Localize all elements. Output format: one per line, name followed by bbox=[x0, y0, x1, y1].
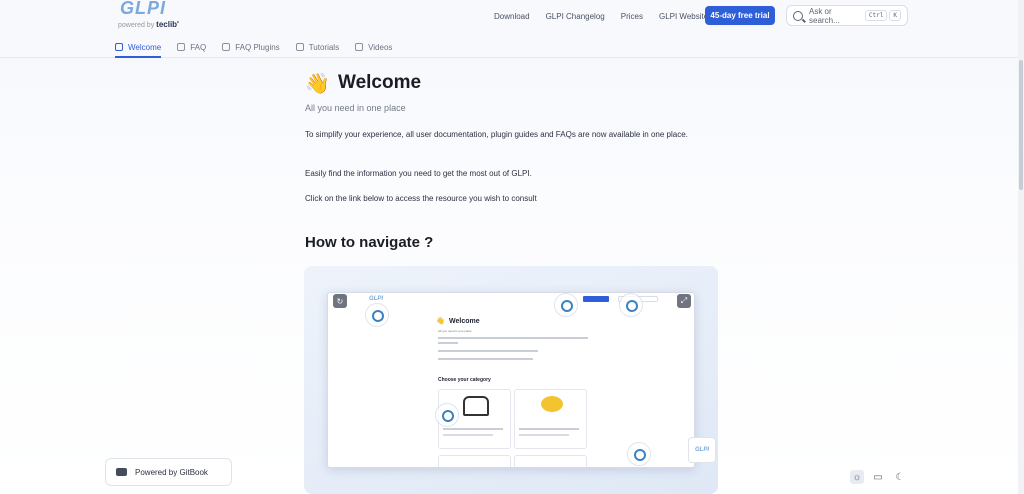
card-caption bbox=[519, 434, 569, 436]
card-caption bbox=[443, 434, 493, 436]
mini-title: Welcome bbox=[449, 318, 480, 325]
video-icon bbox=[355, 43, 364, 51]
section-heading: How to navigate ? bbox=[305, 234, 434, 251]
eye-icon bbox=[222, 43, 231, 51]
mini-logo: GLPI bbox=[369, 296, 384, 302]
wave-emoji: 👋 bbox=[305, 73, 330, 95]
logo-powered: powered by teclib' bbox=[118, 20, 179, 29]
tab-faq-plugins[interactable]: FAQ Plugins bbox=[222, 38, 280, 56]
glpi-logo[interactable]: GLPI powered by teclib' bbox=[116, 0, 179, 29]
tab-faq[interactable]: FAQ bbox=[177, 38, 206, 56]
free-trial-button[interactable]: 45-day free trial bbox=[705, 6, 775, 25]
mini-wave-emoji: 👋 bbox=[436, 318, 445, 325]
tab-welcome[interactable]: Welcome bbox=[115, 38, 162, 58]
click-marker-icon bbox=[620, 294, 642, 316]
faq-icon bbox=[177, 43, 186, 51]
mini-trial-button bbox=[583, 296, 609, 302]
glpi-badge[interactable]: GLPI bbox=[688, 437, 716, 463]
powered-by-gitbook[interactable]: Powered by GitBook bbox=[105, 458, 232, 486]
scrollbar-thumb[interactable] bbox=[1019, 60, 1023, 190]
nav-prices[interactable]: Prices bbox=[621, 12, 643, 21]
mini-card bbox=[514, 455, 587, 467]
moon-icon[interactable]: ☾ bbox=[893, 470, 907, 484]
kbd-k: K bbox=[889, 10, 901, 21]
mini-card-docs bbox=[514, 389, 587, 449]
mini-text-line bbox=[438, 337, 588, 339]
section-tabs: Welcome FAQ FAQ Plugins Tutorials Videos bbox=[115, 38, 408, 58]
teclib-logo: teclib' bbox=[156, 20, 179, 29]
page-subtitle: All you need in one place bbox=[305, 103, 406, 113]
replay-icon[interactable]: ↻ bbox=[333, 294, 347, 308]
book-icon bbox=[295, 43, 304, 51]
nav-download[interactable]: Download bbox=[494, 12, 530, 21]
click-paragraph: Click on the link below to access the re… bbox=[305, 194, 537, 203]
mini-text-line bbox=[438, 342, 458, 344]
home-icon bbox=[115, 43, 123, 51]
mini-heading: Choose your category bbox=[438, 377, 491, 383]
intro-paragraph: To simplify your experience, all user do… bbox=[305, 130, 688, 139]
mini-subtitle: All you need in one place bbox=[438, 329, 472, 333]
mini-text-line bbox=[438, 358, 533, 360]
top-nav: Download GLPI Changelog Prices GLPI Webs… bbox=[494, 9, 724, 23]
click-marker-icon bbox=[555, 294, 577, 316]
page-scrollbar[interactable] bbox=[1018, 0, 1024, 494]
tab-tutorials[interactable]: Tutorials bbox=[295, 38, 339, 56]
monitor-icon[interactable]: ▭ bbox=[871, 470, 885, 484]
click-marker-icon bbox=[436, 404, 458, 426]
fullscreen-icon[interactable]: ⤢ bbox=[677, 294, 691, 308]
card-caption bbox=[443, 428, 503, 430]
search-placeholder: Ask or search... bbox=[809, 6, 840, 25]
mini-card bbox=[438, 455, 511, 467]
nav-website[interactable]: GLPI Website bbox=[659, 12, 708, 21]
logo-brand: GLPI bbox=[120, 0, 167, 18]
search-input[interactable]: Ask or search... Ctrl K bbox=[786, 5, 908, 26]
sun-icon[interactable]: ☼ bbox=[850, 470, 864, 484]
navigation-video[interactable]: GLPI 👋 Welcome All you need in one place… bbox=[304, 266, 718, 494]
tab-videos[interactable]: Videos bbox=[355, 38, 392, 56]
gitbook-icon bbox=[116, 468, 127, 476]
nav-changelog[interactable]: GLPI Changelog bbox=[546, 12, 605, 21]
page-title: Welcome bbox=[338, 72, 422, 93]
top-header: GLPI powered by teclib' Download GLPI Ch… bbox=[0, 0, 1024, 58]
search-icon bbox=[793, 10, 803, 21]
card-caption bbox=[519, 428, 579, 430]
mini-text-line bbox=[438, 350, 538, 352]
click-marker-icon bbox=[366, 304, 388, 326]
kbd-ctrl: Ctrl bbox=[864, 10, 888, 21]
lightbulb-book-icon bbox=[541, 396, 563, 412]
info-paragraph: Easily find the information you need to … bbox=[305, 169, 532, 178]
headset-icon bbox=[463, 396, 489, 416]
click-marker-icon bbox=[628, 443, 650, 465]
gitbook-label: Powered by GitBook bbox=[135, 467, 208, 477]
